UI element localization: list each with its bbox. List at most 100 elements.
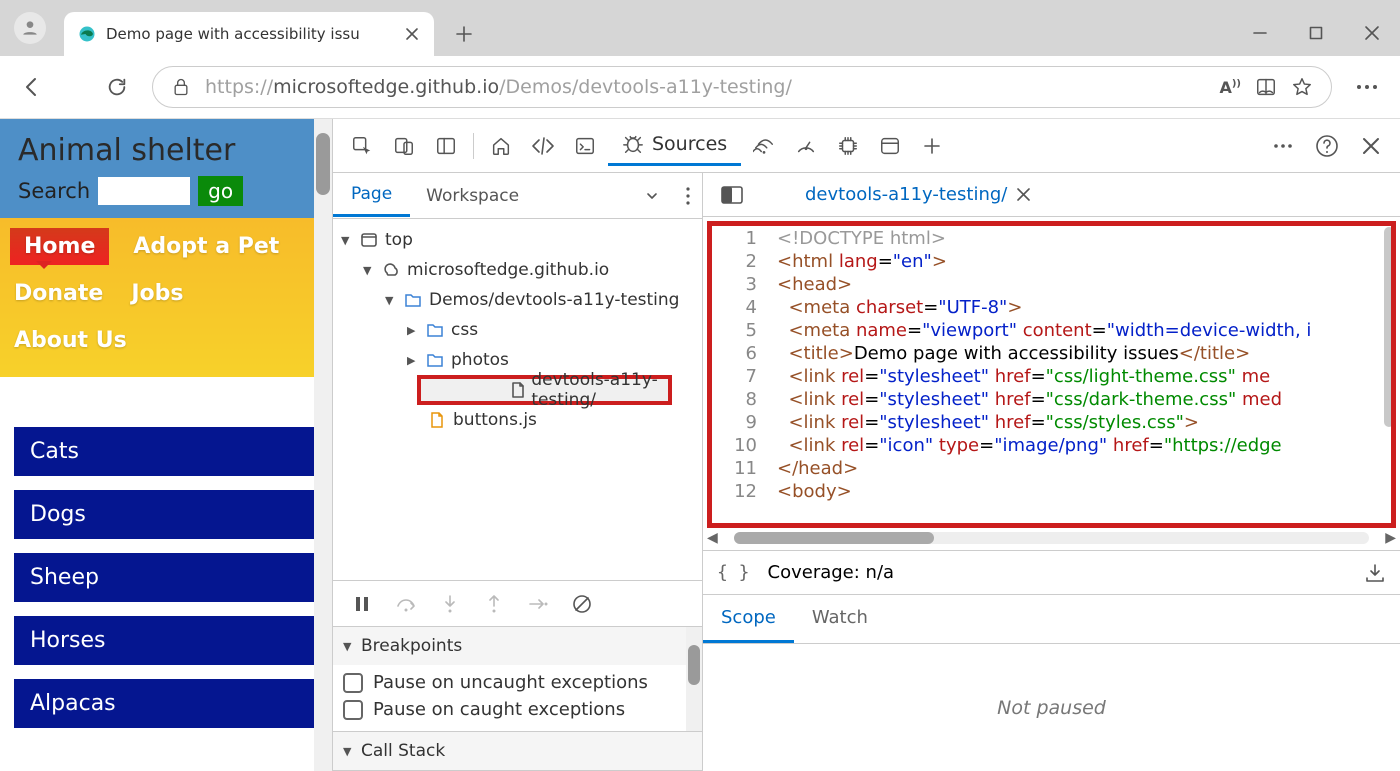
scope-watch-pane: Scope Watch Not paused	[703, 594, 1400, 771]
tree-folder-css[interactable]: ▶css	[333, 315, 702, 345]
window-controls	[1232, 10, 1400, 56]
step-into-icon[interactable]	[431, 585, 469, 623]
devtools-panel: Sources Page Workspace	[332, 119, 1400, 771]
devtools-tabstrip: Sources	[333, 119, 1400, 173]
tab-title: Demo page with accessibility issu	[106, 25, 394, 43]
workspace-subtab[interactable]: Workspace	[410, 176, 674, 216]
coverage-label: Coverage: n/a	[768, 562, 895, 583]
debugger-pane: ▼Breakpoints Pause on uncaught exception…	[333, 580, 702, 771]
profile-avatar[interactable]	[14, 12, 46, 44]
back-button[interactable]	[12, 66, 54, 108]
sources-navigator: Page Workspace ▼top ▼microsoftedge.githu…	[333, 173, 703, 771]
console-tab-icon[interactable]	[566, 127, 604, 165]
refresh-button[interactable]	[96, 66, 138, 108]
code-content: <!DOCTYPE html> <html lang="en"> <head> …	[767, 217, 1311, 550]
more-tabs-button[interactable]	[913, 127, 951, 165]
pause-button[interactable]	[343, 585, 381, 623]
page-nav: Home Adopt a Pet Donate Jobs About Us	[0, 218, 332, 377]
page-scrollbar[interactable]	[314, 119, 332, 771]
memory-tab-icon[interactable]	[829, 127, 867, 165]
url-text: https://microsoftedge.github.io/Demos/de…	[205, 76, 792, 98]
code-editor-pane: devtools-a11y-testing/ 123456789101112 <…	[703, 173, 1400, 771]
chevron-down-icon	[646, 190, 658, 202]
page-header: Animal shelter Search go	[0, 119, 332, 218]
step-icon[interactable]	[519, 585, 557, 623]
device-emulation-icon[interactable]	[385, 127, 423, 165]
help-icon[interactable]	[1308, 127, 1346, 165]
file-tree[interactable]: ▼top ▼microsoftedge.github.io ▼Demos/dev…	[333, 219, 702, 580]
new-tab-button[interactable]	[444, 14, 484, 54]
browser-tab[interactable]: Demo page with accessibility issu	[64, 12, 434, 56]
pause-caught-checkbox[interactable]: Pause on caught exceptions	[343, 696, 692, 723]
nav-jobs[interactable]: Jobs	[127, 275, 187, 312]
elements-tab-icon[interactable]	[524, 127, 562, 165]
tree-host[interactable]: ▼microsoftedge.github.io	[333, 255, 702, 285]
code-vscrollbar[interactable]	[1384, 227, 1394, 427]
list-item[interactable]: Alpacas	[14, 679, 318, 728]
list-item[interactable]: Sheep	[14, 553, 318, 602]
watch-tab[interactable]: Watch	[794, 595, 886, 643]
bug-icon	[622, 133, 644, 155]
reader-icon[interactable]	[1255, 76, 1277, 98]
nav-donate[interactable]: Donate	[10, 275, 107, 312]
tree-file-html[interactable]: devtools-a11y-testing/	[417, 375, 672, 405]
toggle-navigator-icon[interactable]	[713, 176, 751, 214]
dock-icon[interactable]	[427, 127, 465, 165]
list-item[interactable]: Dogs	[14, 490, 318, 539]
devtools-more-icon[interactable]	[1264, 127, 1302, 165]
maximize-button[interactable]	[1288, 10, 1344, 56]
nav-about[interactable]: About Us	[10, 322, 131, 359]
network-tab-icon[interactable]	[745, 127, 783, 165]
lock-icon	[171, 77, 191, 97]
breakpoints-section: ▼Breakpoints Pause on uncaught exception…	[333, 627, 702, 732]
list-item[interactable]: Horses	[14, 616, 318, 665]
page-title: Animal shelter	[18, 133, 314, 168]
code-footer: { } Coverage: n/a	[703, 550, 1400, 594]
scope-tab[interactable]: Scope	[703, 595, 794, 643]
pretty-print-button[interactable]: { }	[717, 562, 750, 583]
close-file-icon[interactable]	[1017, 188, 1030, 201]
application-tab-icon[interactable]	[871, 127, 909, 165]
read-aloud-icon[interactable]: A))	[1219, 78, 1241, 97]
favorite-star-icon[interactable]	[1291, 76, 1313, 98]
deactivate-breakpoints-icon[interactable]	[563, 585, 601, 623]
tree-folder-demos[interactable]: ▼Demos/devtools-a11y-testing	[333, 285, 702, 315]
step-over-icon[interactable]	[387, 585, 425, 623]
address-bar[interactable]: https://microsoftedge.github.io/Demos/de…	[152, 66, 1332, 108]
code-tabstrip: devtools-a11y-testing/	[703, 173, 1400, 217]
line-gutter: 123456789101112	[703, 217, 767, 550]
tab-close-icon[interactable]	[404, 26, 420, 42]
welcome-tab-icon[interactable]	[482, 127, 520, 165]
navigator-more-icon[interactable]	[674, 187, 702, 205]
step-out-icon[interactable]	[475, 585, 513, 623]
browser-menu-button[interactable]	[1346, 66, 1388, 108]
browser-toolbar: https://microsoftedge.github.io/Demos/de…	[0, 56, 1400, 118]
titlebar: Demo page with accessibility issu	[0, 0, 1400, 56]
callstack-section: ▼Call Stack	[333, 732, 702, 771]
close-window-button[interactable]	[1344, 10, 1400, 56]
code-editor[interactable]: 123456789101112 <!DOCTYPE html> <html la…	[703, 217, 1400, 550]
search-label: Search	[18, 179, 90, 203]
download-icon[interactable]	[1364, 563, 1386, 583]
sources-tab-label: Sources	[652, 133, 727, 155]
tree-top[interactable]: ▼top	[333, 225, 702, 255]
minimize-button[interactable]	[1232, 10, 1288, 56]
close-devtools-icon[interactable]	[1352, 127, 1390, 165]
inspect-element-icon[interactable]	[343, 127, 381, 165]
content-area: Animal shelter Search go Home Adopt a Pe…	[0, 118, 1400, 771]
nav-home[interactable]: Home	[10, 228, 109, 265]
performance-tab-icon[interactable]	[787, 127, 825, 165]
sources-tab[interactable]: Sources	[608, 125, 741, 166]
category-list: Cats Dogs Sheep Horses Alpacas	[0, 377, 332, 738]
code-file-tab[interactable]: devtools-a11y-testing/	[805, 184, 1030, 205]
go-button[interactable]: go	[198, 176, 243, 206]
nav-adopt[interactable]: Adopt a Pet	[129, 228, 283, 265]
pause-uncaught-checkbox[interactable]: Pause on uncaught exceptions	[343, 669, 692, 696]
edge-favicon-icon	[78, 25, 96, 43]
not-paused-label: Not paused	[703, 644, 1400, 771]
search-input[interactable]	[98, 177, 190, 205]
list-item[interactable]: Cats	[14, 427, 318, 476]
code-hscrollbar[interactable]: ◀▶	[707, 530, 1396, 546]
debug-scrollbar[interactable]	[686, 627, 702, 731]
page-subtab[interactable]: Page	[333, 174, 410, 217]
